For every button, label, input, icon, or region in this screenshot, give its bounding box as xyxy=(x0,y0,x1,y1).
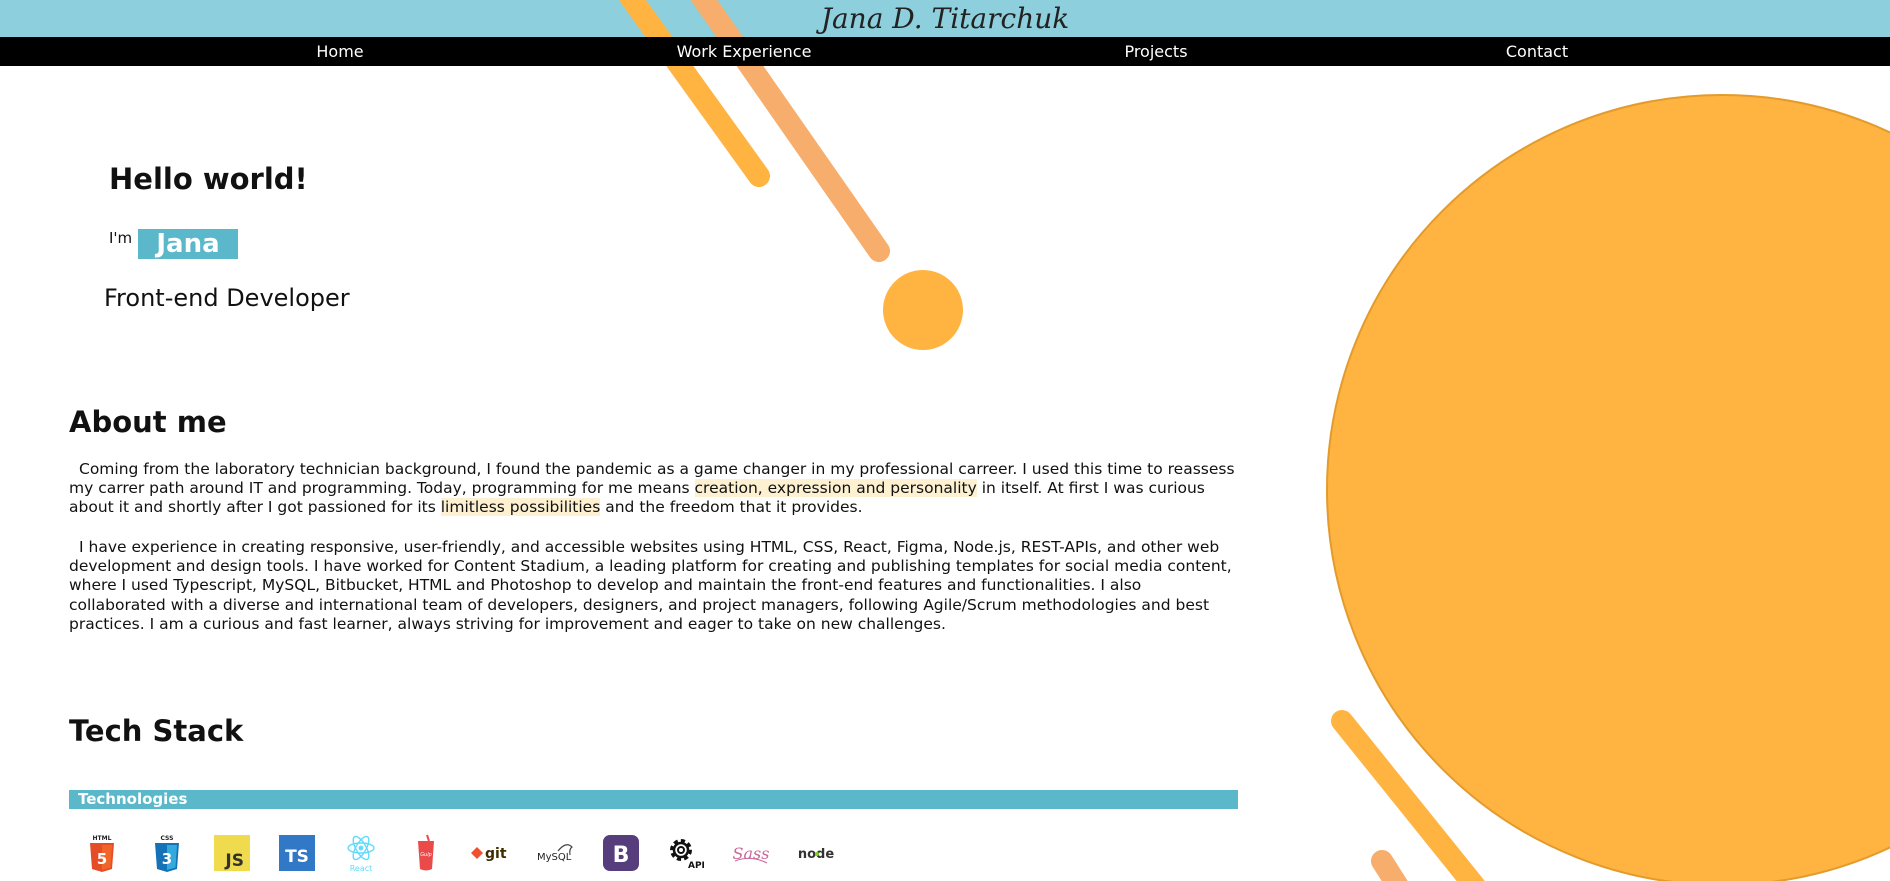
svg-text:3: 3 xyxy=(162,850,172,868)
svg-text:Gulp: Gulp xyxy=(420,852,432,858)
bootstrap-icon: B xyxy=(601,833,641,873)
gulp-icon: Gulp xyxy=(406,833,446,873)
svg-text:5: 5 xyxy=(97,850,107,868)
svg-text:React: React xyxy=(350,864,373,873)
decor-big-circle xyxy=(1326,94,1890,881)
svg-text:API: API xyxy=(688,861,705,871)
decor-stripe-lower xyxy=(1331,710,1485,881)
svg-text:TS: TS xyxy=(285,847,309,867)
typescript-icon: TS xyxy=(277,833,317,873)
nav-projects[interactable]: Projects xyxy=(1124,37,1187,66)
technologies-label: Technologies xyxy=(78,790,188,808)
html5-icon: HTML 5 xyxy=(82,833,122,873)
decorative-shapes xyxy=(618,0,1890,881)
main-nav: Home Work Experience Projects Contact xyxy=(0,37,1890,66)
svg-text:B: B xyxy=(613,843,630,868)
hero-im-prefix: I'm xyxy=(109,229,133,247)
nav-home[interactable]: Home xyxy=(316,37,363,66)
hero-name-badge: Jana xyxy=(138,229,238,259)
hero-role: Front-end Developer xyxy=(104,284,350,312)
decor-small-circle xyxy=(883,270,963,350)
svg-text:MySQL: MySQL xyxy=(537,852,572,863)
tech-stack-heading: Tech Stack xyxy=(69,714,244,748)
api-gear-icon: API xyxy=(666,833,706,873)
git-icon: git xyxy=(471,833,511,873)
technologies-bar: Technologies xyxy=(69,790,1238,809)
highlight-text: creation, expression and personality xyxy=(694,479,977,498)
about-paragraph-2: I have experience in creating responsive… xyxy=(69,538,1232,633)
nav-work-experience[interactable]: Work Experience xyxy=(677,37,812,66)
about-paragraph-1: Coming from the laboratory technician ba… xyxy=(69,460,1239,518)
css3-icon: CSS 3 xyxy=(147,833,187,873)
react-icon: React xyxy=(341,833,381,873)
decor-stripe-lower-2 xyxy=(1371,850,1408,881)
svg-text:HTML: HTML xyxy=(93,835,112,842)
about-text: and the freedom that it provides. xyxy=(600,498,863,517)
mysql-icon: MySQL xyxy=(536,833,576,873)
site-title: Jana D. Titarchuk xyxy=(820,2,1070,35)
svg-text:JS: JS xyxy=(224,851,244,871)
highlight-text: limitless possibilities xyxy=(440,498,601,517)
nodejs-icon: node xyxy=(796,833,836,873)
about-heading: About me xyxy=(69,405,227,439)
javascript-icon: JS xyxy=(212,833,252,873)
nav-contact[interactable]: Contact xyxy=(1506,37,1568,66)
hero-greeting: Hello world! xyxy=(109,162,308,196)
svg-text:git: git xyxy=(485,846,507,862)
svg-text:CSS: CSS xyxy=(161,835,174,842)
sass-icon: Sass xyxy=(731,833,771,873)
